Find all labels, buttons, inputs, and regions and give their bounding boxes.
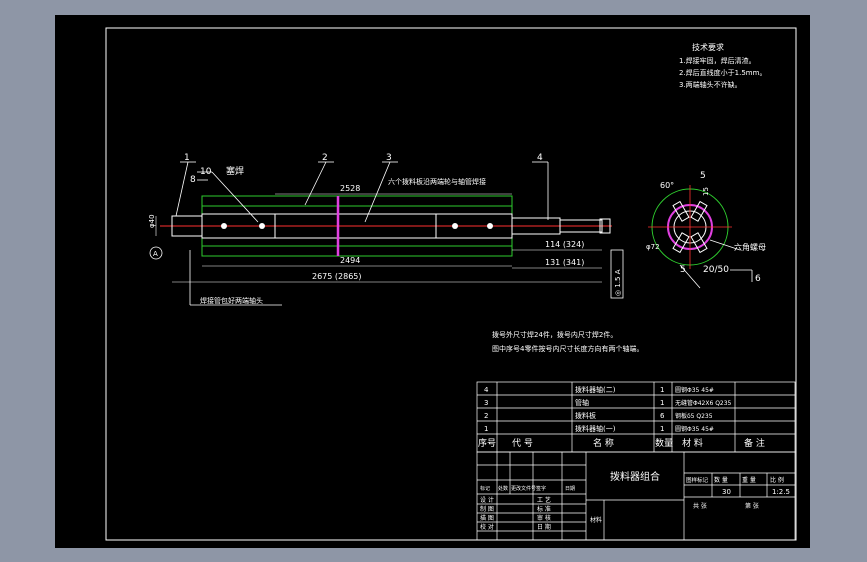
bom-row-qty: 1 [660, 425, 664, 433]
bom-row-name: 拨料板 [575, 411, 596, 420]
bom-row-no: 1 [484, 425, 488, 433]
title-block-mid-label: 标 准 [537, 505, 551, 513]
weld-label: 塞焊 [226, 165, 244, 177]
title-block-left-label: 制 图 [480, 505, 494, 513]
bom-header-note: 备 注 [744, 437, 765, 449]
qty-label: 数 量 [714, 476, 728, 484]
dim-2494: 2494 [340, 256, 360, 265]
callout-six-plates: 六个拨料板沿两端轮与轴管焊接 [388, 177, 486, 186]
drawing-name: 拨料器组合 [610, 470, 660, 483]
title-block-mid-label: 工 艺 [537, 496, 551, 504]
title-block-revision-label: 处数 [498, 485, 508, 492]
balloon-10: 10 [200, 167, 212, 177]
stage-label: 图样标记 [686, 476, 709, 484]
balloon-3: 3 [386, 153, 392, 163]
dim-114: 114 (324) [545, 240, 584, 249]
note-1: 拨号外尺寸焊24件，拨号内尺寸焊2件。 [492, 330, 617, 339]
dim-2528: 2528 [340, 184, 360, 193]
section-dim-15: 15 [702, 187, 710, 196]
title-block-mid-label: 审 核 [537, 514, 551, 522]
weight-label: 重 量 [742, 476, 756, 484]
bom-row-no: 2 [484, 412, 488, 420]
material-label: 材料 [590, 516, 602, 524]
bom-row-material: 钢板δ5 Q235 [675, 412, 713, 420]
bom-header-name: 名 称 [593, 437, 614, 449]
bom-row-qty: 6 [660, 412, 665, 420]
scale-value: 1:2.5 [772, 488, 790, 496]
sheet-no: 第 张 [745, 502, 759, 510]
section-angle: 60° [660, 181, 674, 190]
bom-row-qty: 1 [660, 386, 664, 394]
bom-row-material: 无缝管Φ42X6 Q235 [675, 399, 732, 407]
balloon-4: 4 [537, 153, 543, 163]
tech-title: 技术要求 [692, 42, 724, 52]
title-block-revision-label: 标记 [480, 485, 490, 492]
bolt-label: 六角螺母 [734, 242, 766, 252]
weld-note: 20/50 [703, 265, 729, 275]
datum-label: A [153, 250, 158, 258]
plug-weld-hole [259, 223, 265, 229]
tolerance-text: ◎ 1.5 A [614, 269, 622, 296]
cad-drawing-viewport[interactable]: 技术要求 1.焊接牢固，焊后清渣。 2.焊后直线度小于1.5mm。 3.两端轴头… [0, 0, 867, 562]
callout-full-weld: 焊接管包好两端轴头 [200, 296, 263, 305]
tech-item-2: 2.焊后直线度小于1.5mm。 [679, 68, 766, 77]
title-block-revision-label: 签字 [536, 485, 546, 492]
tech-item-1: 1.焊接牢固，焊后清渣。 [679, 56, 756, 65]
bom-row-name: 拨料器轴(一) [575, 424, 616, 433]
scale-label: 比 例 [770, 476, 784, 484]
section-mark-5-top: 5 [700, 171, 706, 181]
title-block-revision-label: 更改文件号 [511, 485, 536, 492]
balloon-1: 1 [184, 153, 190, 163]
bom-header-no: 序号 [478, 437, 496, 449]
title-block-left-label: 校 对 [480, 523, 494, 531]
plug-weld-hole [452, 223, 458, 229]
weight-value: 30 [722, 488, 731, 496]
bom-header-qty: 数量 [655, 437, 673, 449]
section-mark-6: 6 [755, 274, 761, 284]
title-block-left-label: 描 图 [480, 514, 494, 522]
bom-row-material: 圆钢Φ35 45# [675, 386, 714, 394]
bom-row-no: 3 [484, 399, 488, 407]
bom-header-material: 材 料 [682, 437, 703, 449]
bom-row-name: 管轴 [575, 398, 589, 407]
balloon-2: 2 [322, 153, 328, 163]
bom-row-material: 圆钢Φ35 45# [675, 425, 714, 433]
title-block-left-label: 设 计 [480, 496, 494, 504]
title-block-mid-label: 日 期 [537, 523, 551, 531]
dim-131: 131 (341) [545, 258, 584, 267]
dim-total: 2675 (2865) [312, 272, 362, 281]
title-block-revision-label: 日期 [565, 486, 575, 492]
note-2: 图中序号4零件按号内尺寸长度方向有两个轴端。 [492, 344, 643, 353]
bom-row-no: 4 [484, 386, 489, 394]
sheet-total: 共 张 [693, 502, 707, 510]
section-dia: φ72 [646, 243, 660, 251]
plug-weld-hole [487, 223, 493, 229]
dim-dia-left: φ40 [148, 214, 156, 228]
section-mark-5: 5 [680, 265, 686, 275]
tech-item-3: 3.两端轴头不许缺。 [679, 80, 742, 89]
bom-header-code: 代 号 [512, 438, 533, 449]
drawing-sheet [55, 15, 810, 548]
bom-row-name: 拨料器轴(二) [575, 385, 616, 394]
bom-row-qty: 1 [660, 399, 664, 407]
balloon-8: 8 [190, 175, 196, 185]
plug-weld-hole [221, 223, 227, 229]
